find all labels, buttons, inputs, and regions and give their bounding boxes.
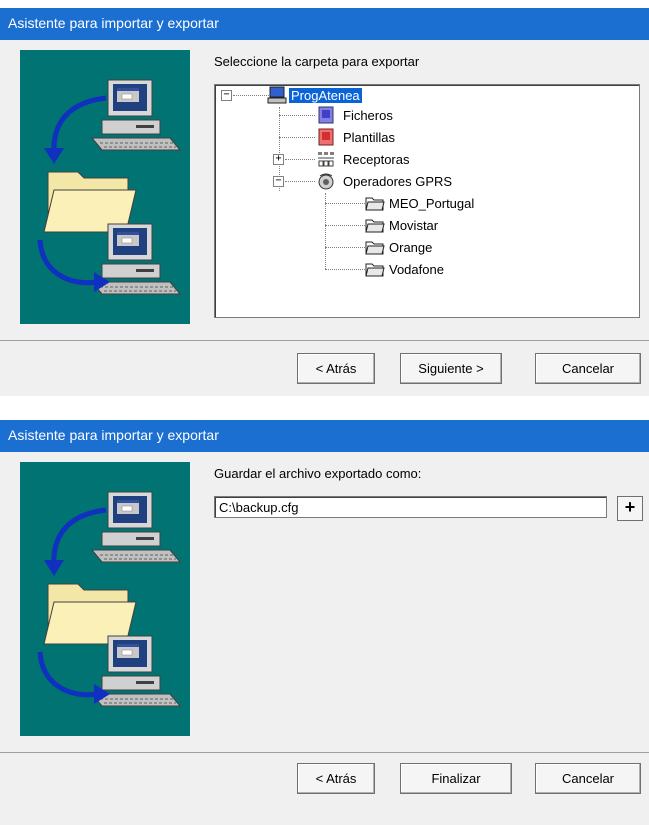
folder-icon [365,197,385,211]
tree-node-plantillas[interactable]: Plantillas [317,127,397,147]
dialog-title: Asistente para importar y exportar [8,427,219,443]
tree-node-label: MEO_Portugal [389,195,475,211]
folder-icon [365,219,385,233]
tree-node-label: Operadores GPRS [343,173,453,189]
templates-icon [318,128,334,146]
tree-node-label: Vodafone [389,261,444,277]
button-area-divider [0,752,649,753]
export-file-path-input[interactable]: C:\backup.cfg [214,496,607,518]
files-icon [318,106,334,124]
cancel-button[interactable]: Cancelar [535,763,641,794]
tree-node-orange[interactable]: Orange [365,237,434,257]
tree-node-label: Plantillas [343,129,396,145]
tree-node-vodafone[interactable]: Vodafone [365,259,446,279]
back-button[interactable]: < Atrás [297,763,375,794]
tree-node-label: Movistar [389,217,439,233]
tree-node-meo-portugal[interactable]: MEO_Portugal [365,193,476,213]
tree-node-ficheros[interactable]: Ficheros [317,105,395,125]
tree-collapse-toggle-root[interactable]: − [221,90,232,101]
title-bar: Asistente para importar y exportar [0,420,649,452]
tree-expand-toggle-receptoras[interactable]: + [273,154,284,165]
wizard-illustration [20,462,190,736]
tree-node-label: Orange [389,239,433,255]
browse-button[interactable]: + [617,496,643,521]
export-wizard-folder-dialog: Asistente para importar y exportar Selec… [0,8,649,396]
next-button[interactable]: Siguiente > [400,353,502,384]
prompt-label: Seleccione la carpeta para exportar [214,54,420,69]
tree-node-receptoras[interactable]: Receptoras [317,149,411,169]
computer-icon [267,86,287,104]
receivers-icon [318,152,334,167]
gprs-operator-icon [318,173,334,190]
cancel-button[interactable]: Cancelar [535,353,641,384]
computer-to-computer-transfer-icon [37,79,181,295]
dialog-title: Asistente para importar y exportar [8,15,219,31]
tree-node-label: Ficheros [343,107,393,123]
finish-button[interactable]: Finalizar [400,763,512,794]
prompt-label: Guardar el archivo exportado como: [214,466,422,481]
title-bar: Asistente para importar y exportar [0,8,649,40]
tree-node-movistar[interactable]: Movistar [365,215,440,235]
tree-node-operadores-gprs[interactable]: Operadores GPRS [317,171,454,191]
back-button[interactable]: < Atrás [297,353,375,384]
tree-collapse-toggle-gprs[interactable]: − [273,176,284,187]
folder-tree[interactable]: − + − ProgAtenea Ficheros Plantillas Rec… [214,84,640,318]
export-wizard-save-dialog: Asistente para importar y exportar Guard… [0,420,649,825]
folder-icon [365,263,385,277]
tree-node-label: Receptoras [343,151,410,167]
computer-to-computer-transfer-icon [37,491,181,707]
button-area-divider [0,340,649,341]
tree-node-label: ProgAtenea [289,87,362,103]
tree-node-root[interactable]: ProgAtenea [267,85,362,105]
folder-icon [365,241,385,255]
wizard-illustration [20,50,190,324]
